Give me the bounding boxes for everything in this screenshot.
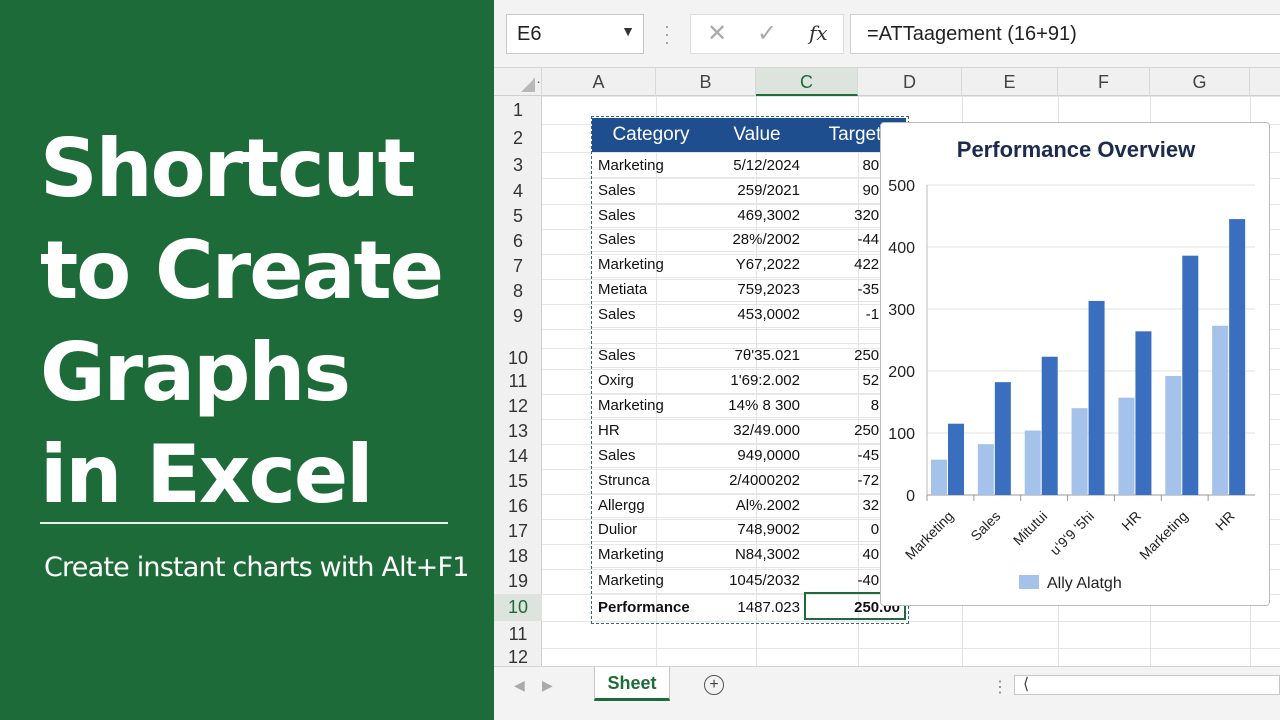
name-box[interactable]: E6 ▼ [506, 14, 644, 54]
chart-canvas: Performance Overview 0 100 200 300 400 500 Mark… [888, 137, 1255, 592]
bar-dark [1229, 219, 1246, 495]
select-all-icon [521, 78, 535, 92]
row-header[interactable]: 8 [494, 279, 542, 304]
row-header[interactable]: 12 [494, 648, 542, 666]
x-tick-label: HR [1118, 508, 1144, 534]
horizontal-scrollbar[interactable]: ⟨ [1014, 675, 1280, 695]
bar-light [1024, 430, 1041, 495]
scroll-left-icon[interactable]: ⟨ [1023, 674, 1029, 694]
banner-title-line: Graphs [40, 326, 351, 419]
row-header[interactable]: 11 [494, 621, 542, 648]
column-header-a[interactable]: A [542, 68, 656, 96]
row-header[interactable]: 10 [494, 594, 542, 621]
x-tick-label: Marketing [902, 508, 957, 563]
x-tick-label: Sales [967, 508, 1003, 544]
chart-title: Performance Overview [957, 137, 1196, 162]
legend-swatch [1019, 575, 1039, 589]
chevron-down-icon[interactable]: ▼ [621, 23, 635, 39]
bar-light [1212, 325, 1229, 495]
bar-dark [1135, 331, 1152, 495]
select-all-corner[interactable]: ·. [494, 68, 542, 96]
banner-subtitle: Create instant charts with Alt+F1 [44, 552, 469, 583]
bar-dark [1088, 300, 1105, 495]
y-tick-label: 500 [888, 178, 915, 195]
bar-light [1071, 408, 1088, 495]
column-header-e[interactable]: E [962, 68, 1058, 96]
sheet-tab[interactable]: Sheet [594, 667, 670, 701]
formula-buttons: ✕ ✓ fx [690, 14, 844, 54]
row-header[interactable]: 7 [494, 254, 542, 279]
x-tick-label: Marketing [1136, 508, 1191, 563]
add-sheet-button[interactable]: + [704, 675, 724, 695]
bar-light [977, 444, 994, 495]
row-header[interactable]: 12 [494, 394, 542, 419]
grid-line [542, 96, 1280, 97]
legend-label: Ally Alatgh [1047, 575, 1122, 592]
banner-title: Shortcut to Create Graphs in Excel [40, 118, 480, 526]
bar-dark [994, 382, 1011, 495]
bar-dark [1182, 255, 1199, 495]
bar-dark [1041, 356, 1058, 495]
prev-sheet-icon[interactable]: ◀ [514, 677, 525, 694]
column-header-f[interactable]: F [1058, 68, 1150, 96]
row-header[interactable]: 15 [494, 469, 542, 494]
formula-bar: E6 ▼ · · · ✕ ✓ fx =ATTaagement (16+91) [494, 0, 1280, 68]
row-header[interactable]: 16 [494, 494, 542, 519]
column-headers: ·. A B C D E F G [494, 68, 1280, 96]
next-sheet-icon[interactable]: ▶ [542, 677, 553, 694]
y-tick-label: 400 [888, 240, 915, 257]
bar-light [1165, 375, 1182, 495]
row-header[interactable] [494, 329, 542, 348]
column-header-b[interactable]: B [656, 68, 756, 96]
cancel-icon[interactable]: ✕ [707, 19, 727, 48]
name-box-value: E6 [517, 23, 542, 45]
y-tick-label: 0 [906, 488, 915, 505]
drag-handle-icon[interactable]: · · · [664, 17, 670, 51]
row-header[interactable]: 19 [494, 569, 542, 594]
x-tick-label: uʻ9ʻ9 ʻ5hi [1047, 508, 1097, 558]
y-tick-label: 200 [888, 364, 915, 381]
row-header[interactable]: 4 [494, 178, 542, 204]
y-tick-label: 100 [888, 426, 915, 443]
excel-window: E6 ▼ · · · ✕ ✓ fx =ATTaagement (16+91) ·. … [494, 0, 1280, 720]
row-header[interactable]: 3 [494, 152, 542, 178]
bar-light [1118, 397, 1135, 495]
row-header[interactable]: 18 [494, 544, 542, 569]
function-icon[interactable]: fx [809, 21, 828, 45]
sheet-tabs-bar: ◀ ▶ Sheet + ⋮ ⟨ [494, 666, 1280, 720]
row-header[interactable]: 1 [494, 96, 542, 124]
promo-banner: Shortcut to Create Graphs in Excel Creat… [0, 0, 494, 720]
row-header[interactable]: 13 [494, 419, 542, 444]
x-tick-label: HR [1212, 508, 1238, 534]
row-header[interactable]: 2 [494, 124, 542, 152]
row-header[interactable]: 17 [494, 519, 542, 544]
bar-dark [948, 423, 964, 495]
column-header-g[interactable]: G [1150, 68, 1250, 96]
banner-divider [40, 522, 448, 524]
grid-line [542, 648, 1280, 649]
row-header[interactable]: 10 [494, 348, 542, 369]
column-header-d[interactable]: D [858, 68, 962, 96]
banner-title-line: Shortcut [40, 122, 416, 215]
row-header[interactable]: 14 [494, 444, 542, 469]
check-icon[interactable]: ✓ [757, 19, 777, 48]
bar-light [931, 459, 947, 495]
y-tick-label: 300 [888, 302, 915, 319]
row-headers: 1 2 3 4 5 6 7 8 9 10 11 12 13 14 15 16 17 18 19 10 11 12 [494, 96, 542, 666]
row-header[interactable]: 5 [494, 204, 542, 229]
row-header[interactable]: 9 [494, 304, 542, 329]
banner-title-line: to Create [40, 224, 444, 317]
x-tick-label: Mitutui [1010, 508, 1050, 548]
more-icon[interactable]: ⋮ [992, 677, 1008, 697]
column-header-c[interactable]: C [756, 68, 858, 96]
bar-chart[interactable]: Performance Overview 0 100 200 300 400 500 Mark… [880, 122, 1270, 606]
row-header[interactable]: 6 [494, 229, 542, 254]
copy-selection-border [591, 116, 909, 624]
row-header[interactable]: 11 [494, 369, 542, 394]
formula-input[interactable]: =ATTaagement (16+91) [850, 14, 1280, 54]
banner-title-line: in Excel [40, 428, 374, 521]
